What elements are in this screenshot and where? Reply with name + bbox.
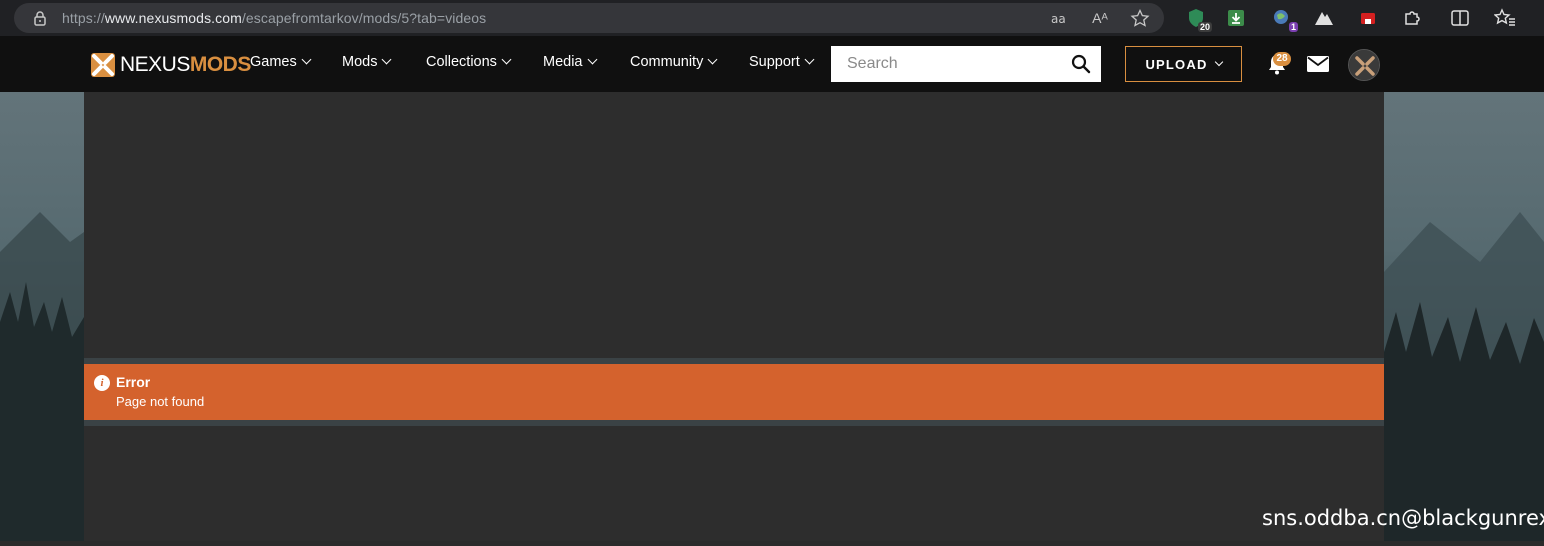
info-icon: i — [94, 375, 110, 391]
nexusmods-logo[interactable]: NEXUSMODS — [90, 52, 251, 78]
nav-community-label: Community — [630, 54, 704, 70]
search-icon[interactable] — [1071, 54, 1091, 74]
shield-extension-badge: 20 — [1197, 22, 1212, 32]
main-content — [84, 92, 1384, 541]
nav-media-label: Media — [543, 54, 583, 70]
site-header: NEXUSMODS Games Mods Collections Media C… — [0, 36, 1544, 92]
chevron-down-icon — [587, 54, 597, 65]
logo-text-nexus: NEXUS — [120, 53, 190, 76]
upload-button-label: UPLOAD — [1145, 56, 1208, 72]
browser-toolbar: https://www.nexusmods.com/escapefromtark… — [0, 0, 1544, 36]
nav-collections[interactable]: Collections — [426, 54, 512, 70]
chevron-down-icon — [301, 54, 312, 65]
nav-media[interactable]: Media — [543, 54, 597, 70]
search-box — [831, 46, 1101, 82]
error-title: Error — [116, 374, 151, 390]
user-avatar[interactable] — [1348, 49, 1380, 81]
star-icon[interactable] — [1130, 9, 1150, 27]
error-alert: i Error Page not found — [84, 364, 1384, 420]
watermark-text: sns.oddba.cn@blackgunrex — [1262, 506, 1544, 530]
svg-text:aa: aa — [1051, 12, 1066, 26]
address-bar[interactable]: https://www.nexusmods.com/escapefromtark… — [14, 3, 1164, 33]
url-prefix: https:// — [62, 10, 105, 26]
red-extension-icon[interactable] — [1358, 8, 1378, 28]
avatar-image — [1349, 50, 1379, 80]
globe-extension-icon[interactable]: 1 — [1272, 8, 1298, 32]
mail-icon[interactable] — [1306, 54, 1330, 74]
nav-community[interactable]: Community — [630, 54, 718, 70]
nexusmods-logo-icon — [91, 53, 115, 77]
chevron-down-icon — [804, 54, 815, 65]
globe-extension-badge: 1 — [1288, 22, 1298, 32]
error-message: Page not found — [116, 394, 205, 409]
upload-button[interactable]: UPLOAD — [1125, 46, 1242, 82]
search-input[interactable] — [831, 46, 1061, 82]
chevron-down-icon — [382, 54, 392, 65]
puzzle-extension-icon[interactable] — [1402, 8, 1422, 28]
logo-wordmark: NEXUSMODS — [120, 53, 251, 77]
split-screen-icon[interactable] — [1450, 8, 1470, 28]
nav-games-label: Games — [250, 54, 297, 70]
logo-text-mods: MODS — [189, 53, 252, 76]
nav-mods[interactable]: Mods — [342, 54, 392, 70]
nav-support-label: Support — [749, 54, 800, 70]
chevron-down-icon — [501, 54, 512, 65]
nav-mods-label: Mods — [342, 54, 378, 70]
chevron-down-icon — [1214, 57, 1223, 67]
mountain-extension-icon[interactable] — [1314, 8, 1334, 28]
translate-icon[interactable]: aa — [1050, 9, 1070, 27]
url-host: www.nexusmods.com — [104, 10, 242, 26]
url-text[interactable]: https://www.nexusmods.com/escapefromtark… — [62, 10, 486, 26]
nav-games[interactable]: Games — [250, 54, 312, 70]
download-extension-icon[interactable] — [1226, 8, 1246, 28]
nav-support[interactable]: Support — [749, 54, 815, 70]
chevron-down-icon — [707, 54, 718, 65]
favorites-icon[interactable] — [1493, 8, 1515, 28]
url-path: /escapefromtarkov/mods/5?tab=videos — [241, 10, 487, 26]
notification-badge: 28 — [1273, 52, 1291, 66]
lock-icon[interactable] — [32, 10, 48, 26]
shield-extension-icon[interactable]: 20 — [1186, 8, 1212, 32]
read-aloud-icon[interactable]: Aᴬ — [1090, 9, 1110, 27]
nav-collections-label: Collections — [426, 54, 497, 70]
